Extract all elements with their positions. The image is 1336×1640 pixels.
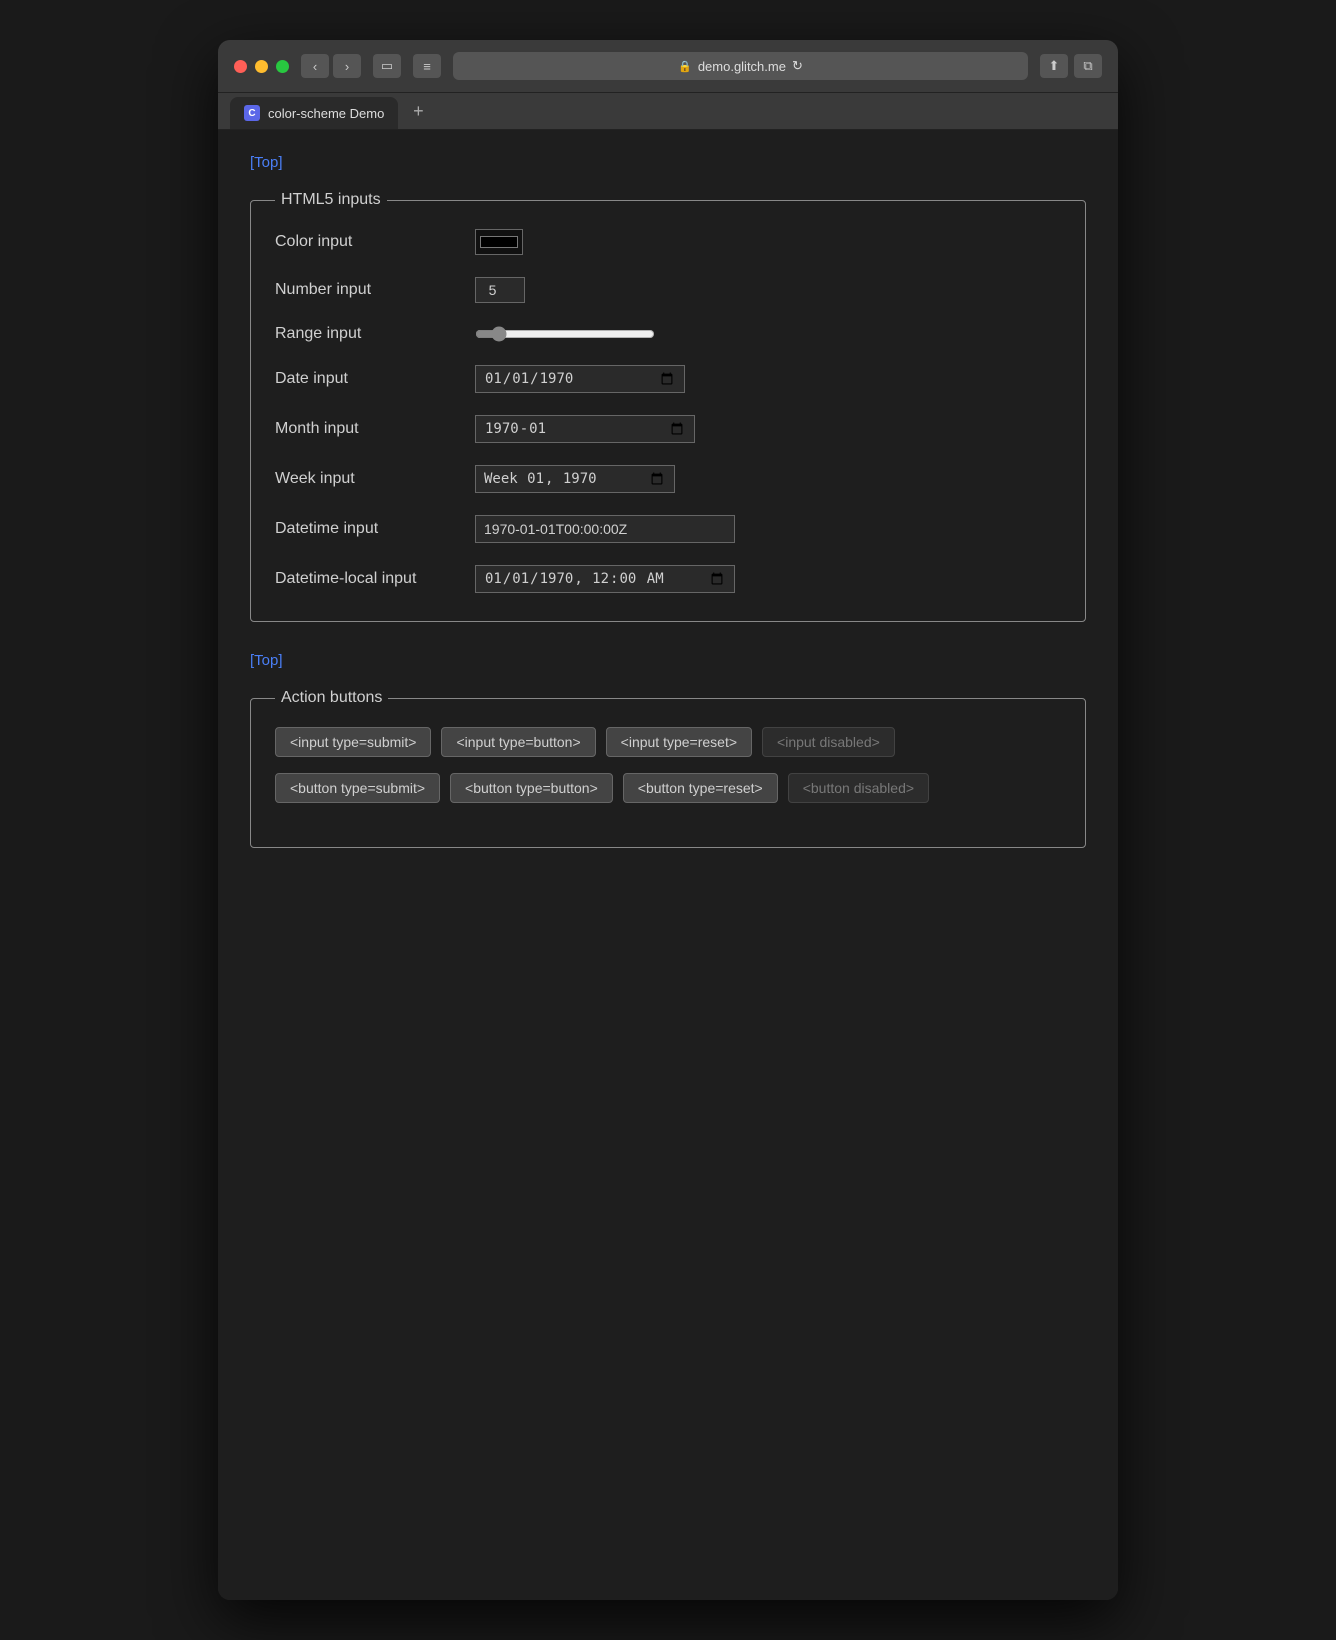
action-buttons-legend: Action buttons xyxy=(275,689,388,707)
date-input[interactable] xyxy=(475,365,685,393)
back-icon: ‹ xyxy=(313,59,317,74)
top-link-1[interactable]: [Top] xyxy=(250,154,283,171)
action-buttons: ⬆ ⧉ xyxy=(1040,54,1102,78)
button-button-button[interactable]: <button type=button> xyxy=(450,773,613,803)
input-reset-button[interactable] xyxy=(606,727,752,757)
hamburger-icon: ≡ xyxy=(423,59,431,74)
tab-overview-button[interactable]: ⧉ xyxy=(1074,54,1102,78)
address-bar[interactable]: 🔒 demo.glitch.me ↻ xyxy=(453,52,1028,80)
share-icon: ⬆ xyxy=(1049,58,1060,74)
sidebar-button[interactable]: ▭ xyxy=(373,54,401,78)
number-input-wrapper xyxy=(475,277,525,303)
action-buttons-section: Action buttons <button type=submit> <but… xyxy=(250,689,1086,848)
button-reset-button[interactable]: <button type=reset> xyxy=(623,773,778,803)
titlebar: ‹ › ▭ ≡ 🔒 demo.glitch.me ↻ ⬆ ⧉ xyxy=(218,40,1118,93)
tab-title: color-scheme Demo xyxy=(268,106,384,121)
month-label: Month input xyxy=(275,420,475,438)
browser-window: ‹ › ▭ ≡ 🔒 demo.glitch.me ↻ ⬆ ⧉ xyxy=(218,40,1118,1600)
reload-icon[interactable]: ↻ xyxy=(792,58,803,74)
share-button[interactable]: ⬆ xyxy=(1040,54,1068,78)
datetime-label: Datetime input xyxy=(275,520,475,538)
datetime-local-input-row: Datetime-local input xyxy=(275,565,1061,593)
input-buttons-group xyxy=(275,727,1061,757)
date-label: Date input xyxy=(275,370,475,388)
month-input-row: Month input xyxy=(275,415,1061,443)
week-label: Week input xyxy=(275,470,475,488)
close-button[interactable] xyxy=(234,60,247,73)
month-input[interactable] xyxy=(475,415,695,443)
nav-buttons: ‹ › xyxy=(301,54,361,78)
input-disabled-button xyxy=(762,727,895,757)
button-buttons-group: <button type=submit> <button type=button… xyxy=(275,773,1061,803)
datetime-local-label: Datetime-local input xyxy=(275,570,475,588)
tabbar: C color-scheme Demo + xyxy=(218,93,1118,130)
back-button[interactable]: ‹ xyxy=(301,54,329,78)
html5-inputs-legend: HTML5 inputs xyxy=(275,191,387,209)
forward-button[interactable]: › xyxy=(333,54,361,78)
datetime-input[interactable] xyxy=(475,515,735,543)
date-input-row: Date input xyxy=(275,365,1061,393)
input-button-button[interactable] xyxy=(441,727,595,757)
week-input-row: Week input xyxy=(275,465,1061,493)
active-tab[interactable]: C color-scheme Demo xyxy=(230,97,398,129)
forward-icon: › xyxy=(345,59,349,74)
url-text: demo.glitch.me xyxy=(698,59,786,74)
color-input-row: Color input xyxy=(275,229,1061,255)
top-link-2[interactable]: [Top] xyxy=(250,652,283,669)
lock-icon: 🔒 xyxy=(678,60,692,73)
range-label: Range input xyxy=(275,325,475,343)
tab-overview-icon: ⧉ xyxy=(1083,58,1092,74)
week-input[interactable] xyxy=(475,465,675,493)
datetime-local-input[interactable] xyxy=(475,565,735,593)
color-input[interactable] xyxy=(475,229,523,255)
new-tab-icon: + xyxy=(413,101,424,122)
number-input[interactable] xyxy=(475,277,525,303)
button-submit-button[interactable]: <button type=submit> xyxy=(275,773,440,803)
maximize-button[interactable] xyxy=(276,60,289,73)
datetime-input-row: Datetime input xyxy=(275,515,1061,543)
number-label: Number input xyxy=(275,281,475,299)
button-disabled-button: <button disabled> xyxy=(788,773,929,803)
hamburger-button[interactable]: ≡ xyxy=(413,54,441,78)
tab-favicon: C xyxy=(244,105,260,121)
html5-inputs-section: HTML5 inputs Color input Number input Ra… xyxy=(250,191,1086,622)
traffic-lights xyxy=(234,60,289,73)
new-tab-button[interactable]: + xyxy=(406,99,430,123)
range-input[interactable] xyxy=(475,326,655,342)
page-content: [Top] HTML5 inputs Color input Number in… xyxy=(218,130,1118,1600)
range-input-row: Range input xyxy=(275,325,1061,343)
color-label: Color input xyxy=(275,233,475,251)
number-input-row: Number input xyxy=(275,277,1061,303)
input-submit-button[interactable] xyxy=(275,727,431,757)
minimize-button[interactable] xyxy=(255,60,268,73)
color-input-wrapper xyxy=(475,229,523,255)
sidebar-icon: ▭ xyxy=(381,58,393,74)
